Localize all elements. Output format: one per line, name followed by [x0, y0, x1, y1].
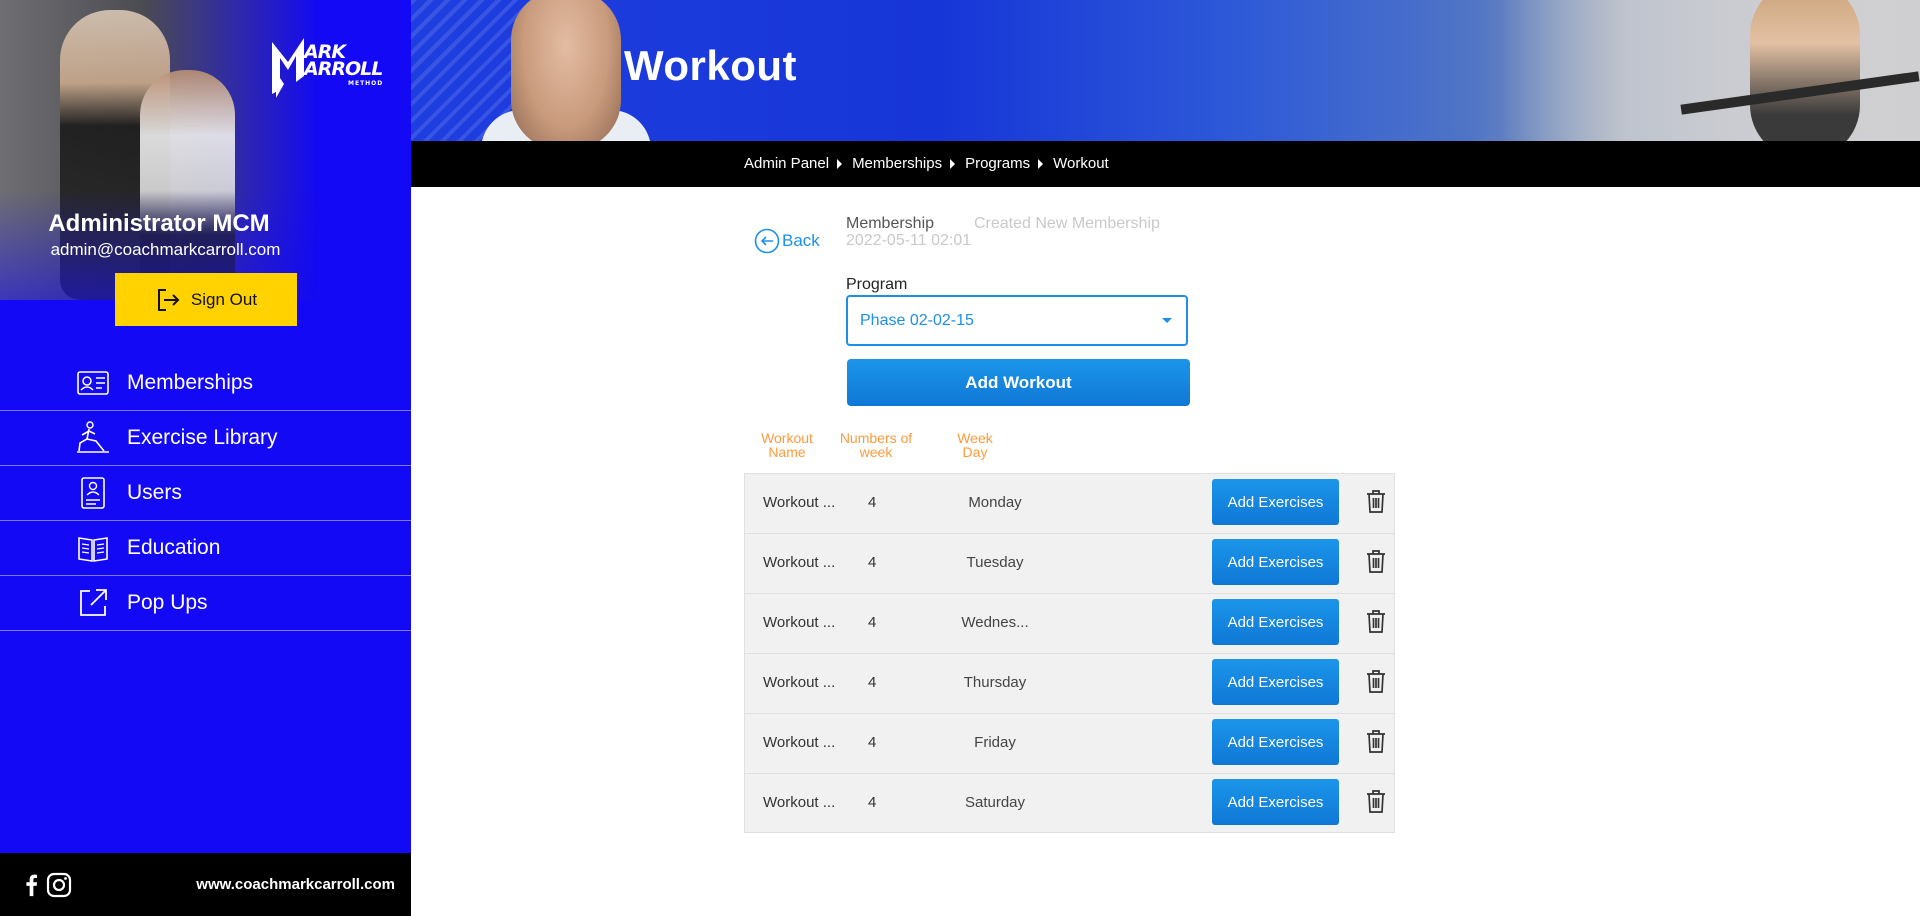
sign-out-button[interactable]: Sign Out: [115, 273, 297, 326]
sidebar-item-pop-ups[interactable]: Pop Ups: [0, 576, 411, 631]
trash-icon[interactable]: [1365, 788, 1387, 814]
breadcrumb-memberships[interactable]: Memberships: [852, 155, 942, 172]
admin-email: admin@coachmarkcarroll.com: [50, 240, 281, 259]
column-header-week-day: Week Day: [957, 430, 993, 460]
exercise-lunge-icon: [74, 419, 112, 457]
logo-text: ARK ARROLL: [304, 41, 383, 80]
day-cell: Saturday: [964, 794, 1026, 811]
table-row: Workout ... 4 Monday Add Exercises: [744, 473, 1395, 533]
back-label: Back: [782, 231, 820, 250]
add-workout-button[interactable]: Add Workout: [847, 359, 1190, 406]
add-exercises-button[interactable]: Add Exercises: [1212, 479, 1339, 525]
back-arrow-icon: [754, 228, 780, 254]
membership-name: Created New Membership: [974, 215, 1160, 232]
sidebar-item-exercise-library[interactable]: Exercise Library: [0, 411, 411, 466]
sidebar-item-memberships[interactable]: Memberships: [0, 356, 411, 411]
program-select[interactable]: Phase 02-02-15: [846, 295, 1188, 346]
sidebar-item-education[interactable]: Education: [0, 521, 411, 576]
page-title: Workout: [624, 42, 798, 89]
weeks-cell: 4: [868, 494, 877, 511]
user-document-icon: [74, 474, 112, 512]
workout-name-cell: Workout ...: [763, 614, 836, 631]
program-label: Program: [846, 276, 908, 293]
add-exercises-button[interactable]: Add Exercises: [1212, 779, 1339, 825]
add-exercises-button[interactable]: Add Exercises: [1212, 599, 1339, 645]
external-link-icon: [74, 584, 112, 622]
sidebar-item-label: Pop Ups: [127, 591, 208, 614]
breadcrumb-bar: Admin Panel Memberships Programs Workout: [411, 141, 1920, 187]
admin-name: Administrator MCM: [48, 210, 270, 237]
trash-icon[interactable]: [1365, 488, 1387, 514]
column-header-workout-name: Workout Name: [761, 430, 813, 460]
breadcrumb: Admin Panel Memberships Programs Workout: [744, 155, 1109, 172]
caret-right-icon: [837, 158, 843, 169]
sidebar-item-label: Exercise Library: [127, 426, 278, 449]
workout-name-cell: Workout ...: [763, 794, 836, 811]
sidebar-nav: Memberships Exercise Library Users Educa…: [0, 356, 411, 631]
book-icon: [74, 529, 112, 567]
breadcrumb-programs[interactable]: Programs: [965, 155, 1030, 172]
brand-logo[interactable]: ARK ARROLL METHOD: [268, 32, 383, 102]
trash-icon[interactable]: [1365, 608, 1387, 634]
workout-name-cell: Workout ...: [763, 494, 836, 511]
logo-mark-icon: [272, 38, 304, 98]
sidebar-item-label: Education: [127, 536, 221, 559]
add-exercises-button[interactable]: Add Exercises: [1212, 539, 1339, 585]
sidebar-footer: www.coachmarkcarroll.com: [0, 853, 411, 916]
trash-icon[interactable]: [1365, 728, 1387, 754]
column-header-numbers-of-week: Numbers of week: [839, 430, 913, 460]
weeks-cell: 4: [868, 674, 877, 691]
chevron-down-icon: [1162, 318, 1172, 323]
sidebar-item-label: Memberships: [127, 371, 254, 394]
add-exercises-button[interactable]: Add Exercises: [1212, 659, 1339, 705]
add-exercises-button[interactable]: Add Exercises: [1212, 719, 1339, 765]
sidebar-item-label: Users: [127, 481, 182, 504]
logo-subtext: METHOD: [348, 80, 384, 87]
breadcrumb-admin-panel[interactable]: Admin Panel: [744, 155, 829, 172]
sidebar-item-users[interactable]: Users: [0, 466, 411, 521]
weeks-cell: 4: [868, 614, 877, 631]
day-cell: Tuesday: [966, 554, 1024, 571]
workout-name-cell: Workout ...: [763, 554, 836, 571]
sign-out-label: Sign Out: [190, 289, 258, 309]
day-cell: Wednes...: [961, 614, 1029, 631]
sidebar: ARK ARROLL METHOD Administrator MCM admi…: [0, 0, 411, 916]
workout-name-cell: Workout ...: [763, 674, 836, 691]
site-url-link[interactable]: www.coachmarkcarroll.com: [196, 876, 395, 893]
program-selected-value: Phase 02-02-15: [860, 311, 974, 329]
trash-icon[interactable]: [1365, 548, 1387, 574]
facebook-icon[interactable]: [24, 873, 38, 897]
back-button[interactable]: Back: [754, 228, 820, 254]
instagram-icon[interactable]: [46, 872, 72, 898]
table-row: Workout ... 4 Tuesday Add Exercises: [744, 533, 1395, 593]
sign-out-icon: [157, 288, 180, 311]
caret-right-icon: [950, 158, 956, 169]
caret-right-icon: [1038, 158, 1044, 169]
day-cell: Thursday: [963, 674, 1027, 691]
table-row: Workout ... 4 Saturday Add Exercises: [744, 773, 1395, 833]
workout-name-cell: Workout ...: [763, 734, 836, 751]
day-cell: Friday: [974, 734, 1016, 751]
membership-date: 2022-05-11 02:01: [846, 232, 972, 249]
trash-icon[interactable]: [1365, 668, 1387, 694]
weeks-cell: 4: [868, 734, 877, 751]
table-row: Workout ... 4 Friday Add Exercises: [744, 713, 1395, 773]
membership-label: Membership: [846, 215, 935, 232]
weeks-cell: 4: [868, 554, 877, 571]
weeks-cell: 4: [868, 794, 877, 811]
workout-table: Workout ... 4 Monday Add Exercises Worko…: [744, 473, 1395, 833]
day-cell: Monday: [968, 494, 1022, 511]
membership-card-icon: [74, 364, 112, 402]
breadcrumb-workout: Workout: [1053, 155, 1109, 172]
table-row: Workout ... 4 Wednes... Add Exercises: [744, 593, 1395, 653]
table-row: Workout ... 4 Thursday Add Exercises: [744, 653, 1395, 713]
